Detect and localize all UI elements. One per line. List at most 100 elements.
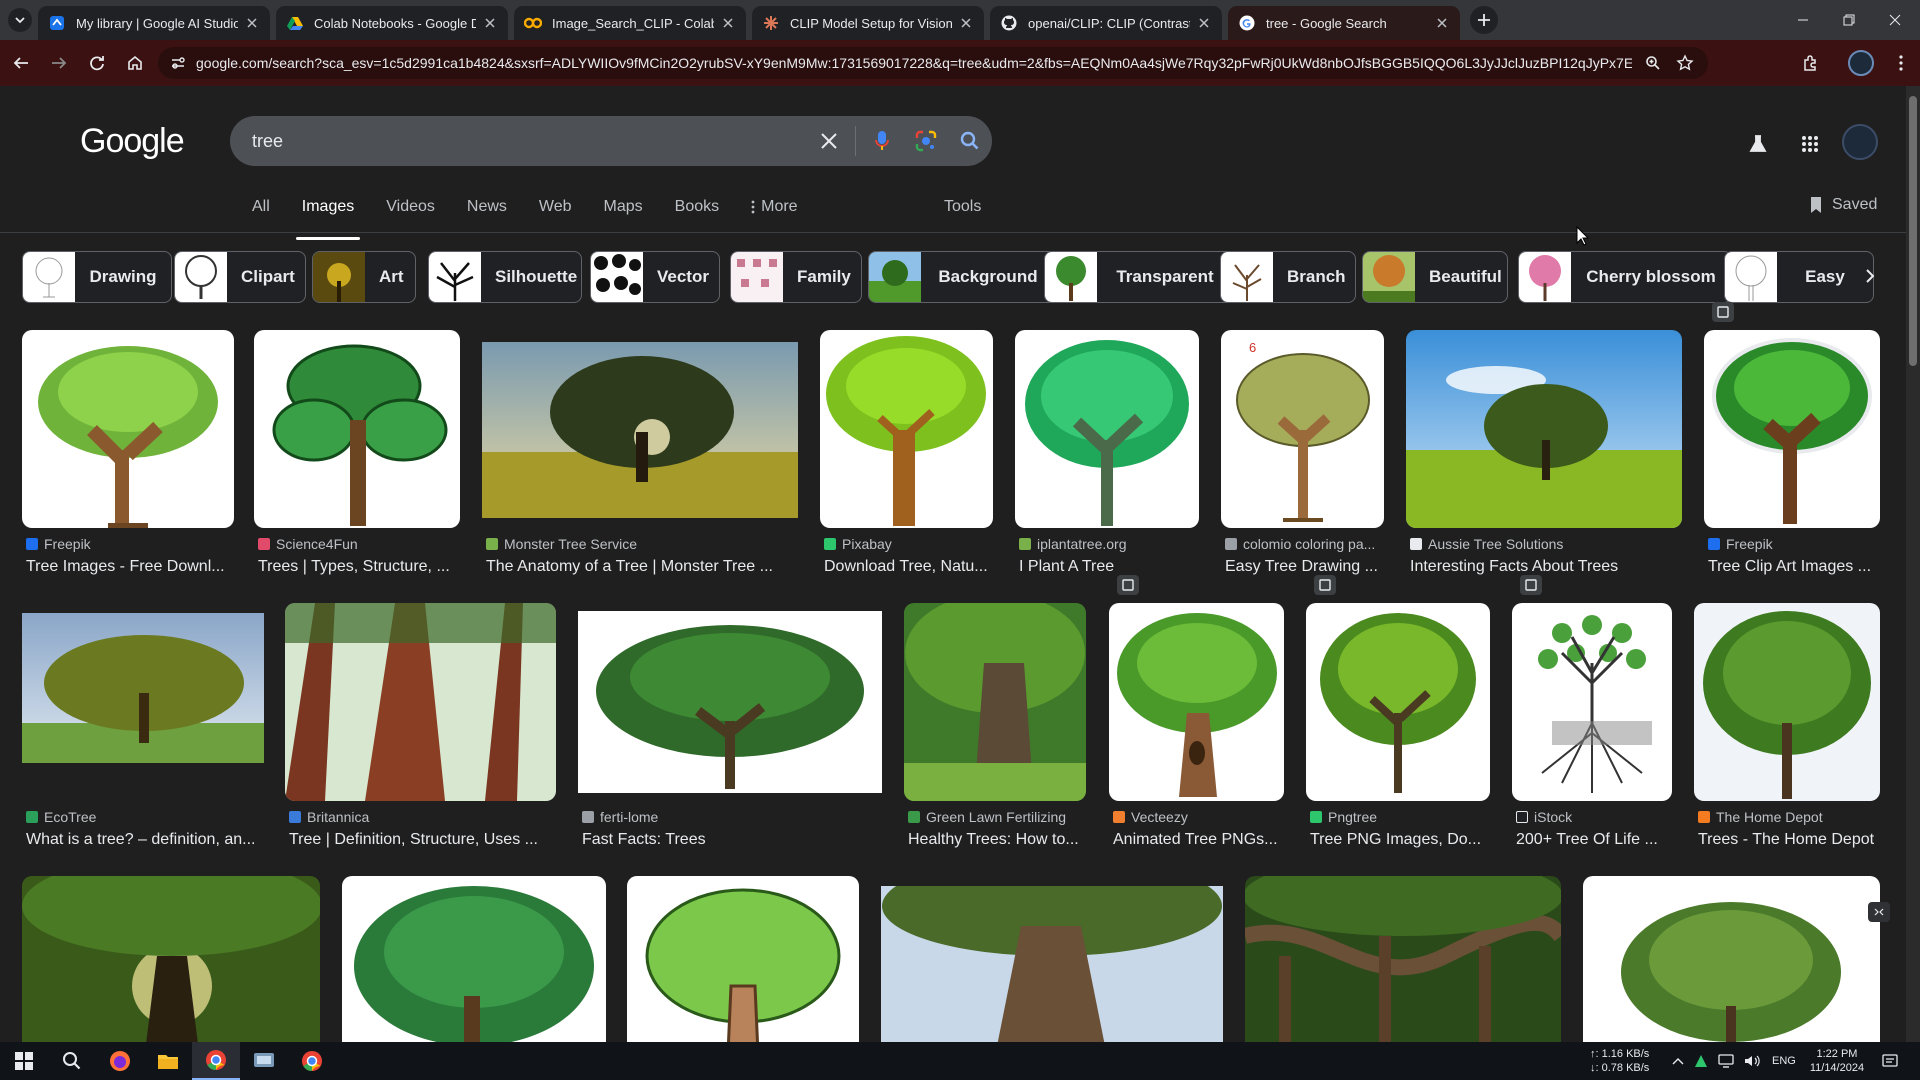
tab-more[interactable]: More: [749, 198, 799, 228]
result-source[interactable]: EcoTree: [26, 809, 96, 825]
result-source[interactable]: Aussie Tree Solutions: [1410, 536, 1563, 552]
network-icon[interactable]: [1718, 1054, 1734, 1068]
result-image[interactable]: [1221, 330, 1384, 528]
result-image[interactable]: [627, 876, 859, 1042]
result-source[interactable]: Freepik: [26, 536, 91, 552]
minimize-icon[interactable]: [1780, 0, 1826, 40]
tab-close-icon[interactable]: [1196, 15, 1212, 31]
tools-button[interactable]: Tools: [944, 198, 981, 216]
saved-button[interactable]: Saved: [1808, 196, 1877, 214]
result-title[interactable]: The Anatomy of a Tree | Monster Tree ...: [486, 558, 800, 576]
search-icon[interactable]: [948, 119, 992, 163]
account-avatar[interactable]: [1842, 124, 1878, 160]
google-apps-grid-icon[interactable]: [1792, 126, 1828, 162]
result-image[interactable]: [1306, 603, 1490, 801]
result-source[interactable]: The Home Depot: [1698, 809, 1823, 825]
clear-search-icon[interactable]: [807, 119, 851, 163]
result-title[interactable]: Fast Facts: Trees: [582, 831, 884, 849]
tab-github[interactable]: openai/CLIP: CLIP (Contrastive Language: [990, 6, 1222, 40]
chip-family[interactable]: Family: [730, 251, 862, 303]
tab-all[interactable]: All: [250, 198, 272, 228]
tab-web[interactable]: Web: [537, 198, 574, 228]
result-image[interactable]: [482, 342, 798, 518]
page-scrollbar[interactable]: [1906, 86, 1920, 1042]
reload-icon[interactable]: [80, 46, 114, 80]
result-image[interactable]: [904, 603, 1086, 801]
chip-branch[interactable]: Branch: [1220, 251, 1356, 303]
bookmark-star-icon[interactable]: [1674, 52, 1696, 74]
google-lens-camera-icon[interactable]: [904, 119, 948, 163]
snipping-tool-icon[interactable]: [240, 1042, 288, 1080]
voice-search-mic-icon[interactable]: [860, 119, 904, 163]
extensions-puzzle-icon[interactable]: [1794, 46, 1828, 80]
result-source[interactable]: ferti-lome: [582, 809, 658, 825]
back-arrow-icon[interactable]: [4, 46, 38, 80]
firefox-icon[interactable]: [96, 1042, 144, 1080]
result-image[interactable]: [254, 330, 460, 528]
tray-app-icon[interactable]: [1694, 1054, 1708, 1068]
result-source[interactable]: Science4Fun: [258, 536, 358, 552]
chrome-icon[interactable]: [288, 1042, 336, 1080]
tab-close-icon[interactable]: [244, 15, 260, 31]
forward-arrow-icon[interactable]: [42, 46, 76, 80]
tab-close-icon[interactable]: [1434, 15, 1450, 31]
tab-claude[interactable]: CLIP Model Setup for Vision-Language: [752, 6, 984, 40]
result-title[interactable]: Tree | Definition, Structure, Uses ...: [289, 831, 558, 849]
home-icon[interactable]: [118, 46, 152, 80]
result-source[interactable]: Pngtree: [1310, 809, 1377, 825]
zoom-icon[interactable]: [1642, 52, 1664, 74]
result-image[interactable]: [1109, 603, 1284, 801]
result-image[interactable]: [1583, 876, 1880, 1042]
tab-books[interactable]: Books: [673, 198, 721, 228]
result-title[interactable]: Animated Tree PNGs...: [1113, 831, 1286, 849]
result-image[interactable]: [578, 611, 882, 793]
result-title[interactable]: Download Tree, Natu...: [824, 558, 995, 576]
notifications-icon[interactable]: [1882, 1053, 1898, 1069]
result-title[interactable]: Tree PNG Images, Do...: [1310, 831, 1492, 849]
result-source[interactable]: Pixabay: [824, 536, 892, 552]
result-image[interactable]: [22, 330, 234, 528]
result-title[interactable]: What is a tree? – definition, an...: [26, 831, 266, 849]
result-image[interactable]: [1406, 330, 1682, 528]
tab-close-icon[interactable]: [720, 15, 736, 31]
new-tab-plus-icon[interactable]: [1470, 6, 1498, 34]
search-labs-flask-icon[interactable]: [1740, 126, 1776, 162]
tab-close-icon[interactable]: [958, 15, 974, 31]
chips-next-chevron-icon[interactable]: [1852, 256, 1888, 296]
result-image[interactable]: [881, 886, 1223, 1042]
result-image[interactable]: [1512, 603, 1672, 801]
volume-icon[interactable]: [1744, 1054, 1760, 1068]
chip-vector[interactable]: Vector: [590, 251, 720, 303]
profile-avatar[interactable]: [1848, 50, 1874, 76]
restore-icon[interactable]: [1826, 0, 1872, 40]
tab-google-search[interactable]: tree - Google Search: [1228, 6, 1460, 40]
result-image[interactable]: [820, 330, 993, 528]
chip-transparent[interactable]: Transparent: [1044, 251, 1234, 303]
result-source[interactable]: Vecteezy: [1113, 809, 1188, 825]
windows-start-icon[interactable]: [0, 1042, 48, 1080]
result-source[interactable]: Green Lawn Fertilizing: [908, 809, 1066, 825]
chip-art[interactable]: Art: [312, 251, 416, 303]
chip-background[interactable]: Background: [868, 251, 1056, 303]
chip-clipart[interactable]: Clipart: [174, 251, 306, 303]
result-title[interactable]: Tree Images - Free Downl...: [26, 558, 236, 576]
result-source[interactable]: Freepik: [1708, 536, 1773, 552]
tab-maps[interactable]: Maps: [602, 198, 645, 228]
taskbar-search-icon[interactable]: [48, 1042, 96, 1080]
google-logo[interactable]: Google: [80, 122, 185, 161]
chip-drawing[interactable]: Drawing: [22, 251, 172, 303]
tab-search-chevron-icon[interactable]: [8, 8, 32, 32]
result-image[interactable]: [1694, 603, 1880, 801]
input-language[interactable]: ENG: [1772, 1055, 1796, 1067]
tab-google-drive[interactable]: Colab Notebooks - Google Drive: [276, 6, 508, 40]
result-title[interactable]: Tree Clip Art Images ...: [1708, 558, 1880, 576]
result-title[interactable]: Easy Tree Drawing ...: [1225, 558, 1386, 576]
site-info-icon[interactable]: [170, 55, 186, 71]
result-source[interactable]: Monster Tree Service: [486, 536, 637, 552]
window-close-icon[interactable]: [1872, 0, 1918, 40]
result-title[interactable]: Trees | Types, Structure, ...: [258, 558, 462, 576]
search-input[interactable]: tree: [252, 131, 807, 152]
result-image[interactable]: [1245, 876, 1561, 1042]
chip-cherry-blossom[interactable]: Cherry blossom: [1518, 251, 1732, 303]
expand-collapse-icon[interactable]: [1868, 902, 1890, 922]
